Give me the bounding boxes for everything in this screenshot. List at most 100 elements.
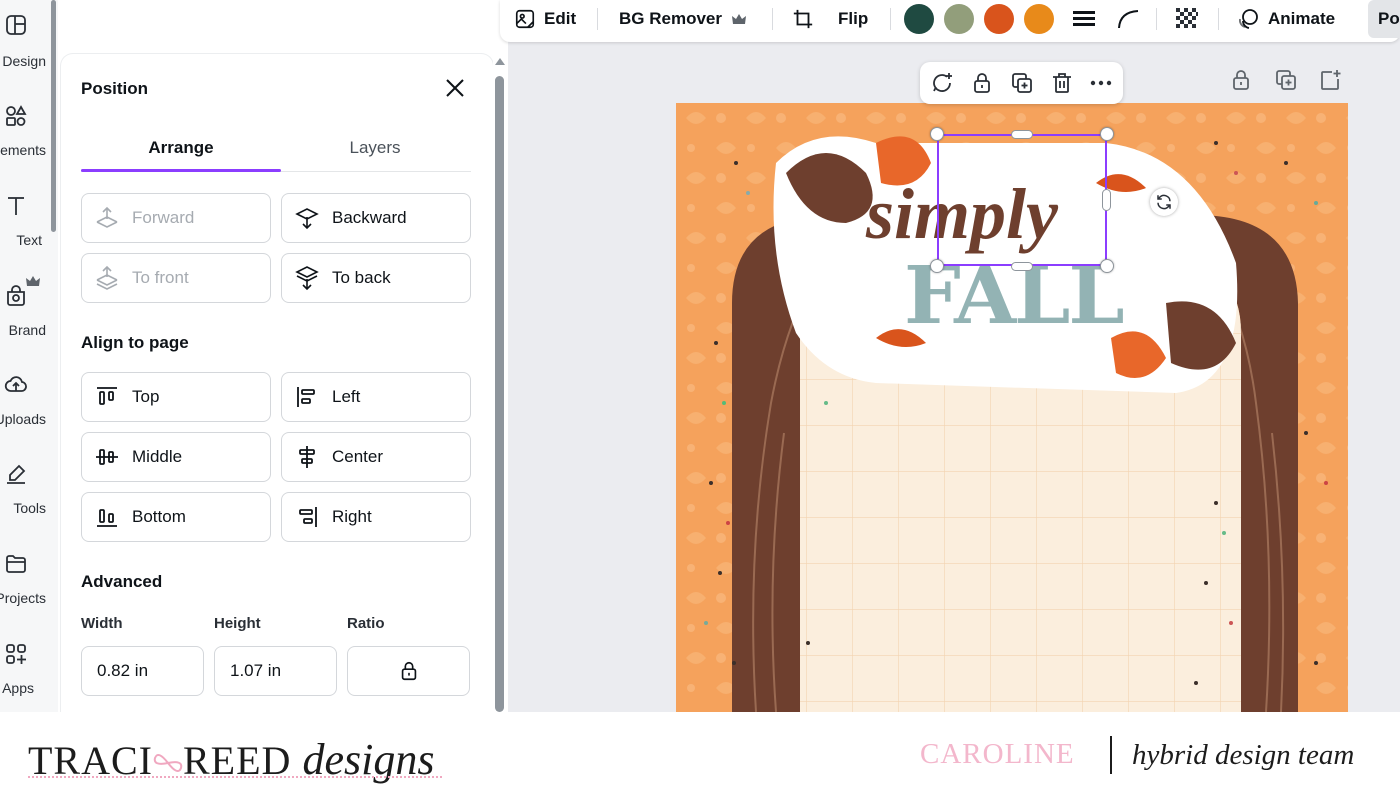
design-team-label: hybrid design team <box>1132 739 1355 771</box>
align-middle-button[interactable]: Middle <box>81 432 271 482</box>
design-icon <box>6 15 26 35</box>
color-swatch-sage[interactable] <box>944 4 974 34</box>
crop-icon <box>793 9 813 29</box>
flip-button[interactable]: Flip <box>838 0 868 38</box>
edit-image-icon <box>515 9 535 29</box>
toolbar-divider <box>597 8 598 30</box>
lock-icon[interactable] <box>970 71 994 95</box>
animate-button[interactable]: Animate <box>1236 0 1335 38</box>
close-icon[interactable] <box>443 76 467 100</box>
forward-button[interactable]: Forward <box>81 193 271 243</box>
animate-label: Animate <box>1268 9 1336 28</box>
tools-icon <box>7 464 26 484</box>
sidebar-item-label: Apps <box>2 680 34 696</box>
resize-handle-right[interactable] <box>1102 189 1111 211</box>
transparency-icon <box>1176 8 1198 28</box>
resize-handle-bottom[interactable] <box>1011 262 1033 271</box>
left-sidebar: Design Elements Text Brand Uploads Tools… <box>0 0 58 712</box>
align-right-button[interactable]: Right <box>281 492 471 542</box>
sidebar-item-label: Brand <box>8 322 46 338</box>
color-swatch-burnt-orange[interactable] <box>984 4 1014 34</box>
elements-icon <box>6 105 27 126</box>
align-right-label: Right <box>332 507 372 526</box>
footer-divider <box>1110 736 1112 774</box>
to-back-icon <box>295 266 319 291</box>
tab-arrange[interactable]: Arrange <box>81 138 281 158</box>
advanced-heading: Advanced <box>81 572 163 591</box>
to-front-button[interactable]: To front <box>81 253 271 303</box>
scroll-up-arrow-icon[interactable] <box>495 58 505 65</box>
border-style-button[interactable] <box>1072 0 1104 38</box>
resize-handle-top-right[interactable] <box>1100 127 1114 141</box>
panel-scrollbar-thumb[interactable] <box>495 76 504 712</box>
edit-label: Edit <box>544 9 577 28</box>
flip-label: Flip <box>838 9 869 28</box>
panel-title: Position <box>81 79 149 98</box>
position-toolbar-button[interactable]: Position <box>1368 0 1400 38</box>
designer-name: CAROLINE <box>920 738 1075 770</box>
align-center-button[interactable]: Center <box>281 432 471 482</box>
ratio-lock-button[interactable] <box>347 646 470 696</box>
text-icon <box>8 197 24 215</box>
add-page-icon[interactable] <box>1318 68 1342 92</box>
color-swatch-dark-green[interactable] <box>904 4 934 34</box>
more-options-icon[interactable] <box>1089 71 1113 95</box>
width-field[interactable]: 0.82 in <box>81 646 204 696</box>
bow-icon <box>153 753 183 773</box>
apps-icon <box>6 644 26 664</box>
backward-button[interactable]: Backward <box>281 193 471 243</box>
align-left-label: Left <box>332 387 361 406</box>
trash-icon[interactable] <box>1050 71 1074 95</box>
selection-box[interactable] <box>937 134 1107 266</box>
align-left-button[interactable]: Left <box>281 372 471 422</box>
sidebar-scrollbar[interactable] <box>51 0 56 232</box>
to-back-label: To back <box>332 268 391 287</box>
uploads-icon <box>4 376 27 392</box>
resize-handle-top-left[interactable] <box>930 127 944 141</box>
align-center-label: Center <box>332 447 384 466</box>
sidebar-item-label: Uploads <box>0 411 46 427</box>
forward-icon <box>96 206 118 228</box>
page-lock-icon[interactable] <box>1229 68 1253 92</box>
brand-dotted-underline <box>28 776 442 778</box>
crop-button[interactable] <box>792 0 822 38</box>
toolbar-divider <box>1218 8 1219 30</box>
align-bottom-button[interactable]: Bottom <box>81 492 271 542</box>
toolbar-divider <box>890 8 891 30</box>
border-style-icon <box>1073 11 1095 26</box>
align-top-button[interactable]: Top <box>81 372 271 422</box>
width-value: 0.82 in <box>97 661 149 680</box>
comment-add-icon[interactable] <box>930 71 954 95</box>
height-field[interactable]: 1.07 in <box>214 646 337 696</box>
bg-remover-label: BG Remover <box>619 9 722 28</box>
bg-remover-button[interactable]: BG Remover <box>619 0 746 38</box>
align-center-icon <box>299 446 315 468</box>
resize-handle-bottom-left[interactable] <box>930 259 944 273</box>
rotate-handle[interactable] <box>1150 188 1178 216</box>
transparency-button[interactable] <box>1174 0 1208 38</box>
sidebar-item-label: Projects <box>0 590 46 606</box>
align-middle-icon <box>96 449 118 465</box>
height-label: Height <box>214 615 261 632</box>
resize-handle-top[interactable] <box>1011 130 1033 139</box>
align-top-label: Top <box>132 387 160 406</box>
to-back-button[interactable]: To back <box>281 253 471 303</box>
page-duplicate-icon[interactable] <box>1274 68 1298 92</box>
duplicate-icon[interactable] <box>1010 71 1034 95</box>
align-to-page-heading: Align to page <box>81 333 189 352</box>
color-swatch-orange[interactable] <box>1024 4 1054 34</box>
backward-icon <box>295 208 319 230</box>
toolbar-divider <box>1156 8 1157 30</box>
crown-icon <box>26 276 40 286</box>
tab-layers[interactable]: Layers <box>275 138 475 158</box>
align-bottom-label: Bottom <box>132 507 186 526</box>
resize-handle-bottom-right[interactable] <box>1100 259 1114 273</box>
brand-icon <box>7 285 25 306</box>
align-left-icon <box>297 387 315 407</box>
position-panel: Position Arrange Layers Forward Backward… <box>61 54 493 712</box>
edit-image-button[interactable]: Edit <box>514 0 576 38</box>
align-bottom-icon <box>97 509 117 527</box>
ratio-label: Ratio <box>347 615 385 632</box>
height-value: 1.07 in <box>230 661 282 680</box>
corner-rounding-button[interactable] <box>1116 0 1148 38</box>
